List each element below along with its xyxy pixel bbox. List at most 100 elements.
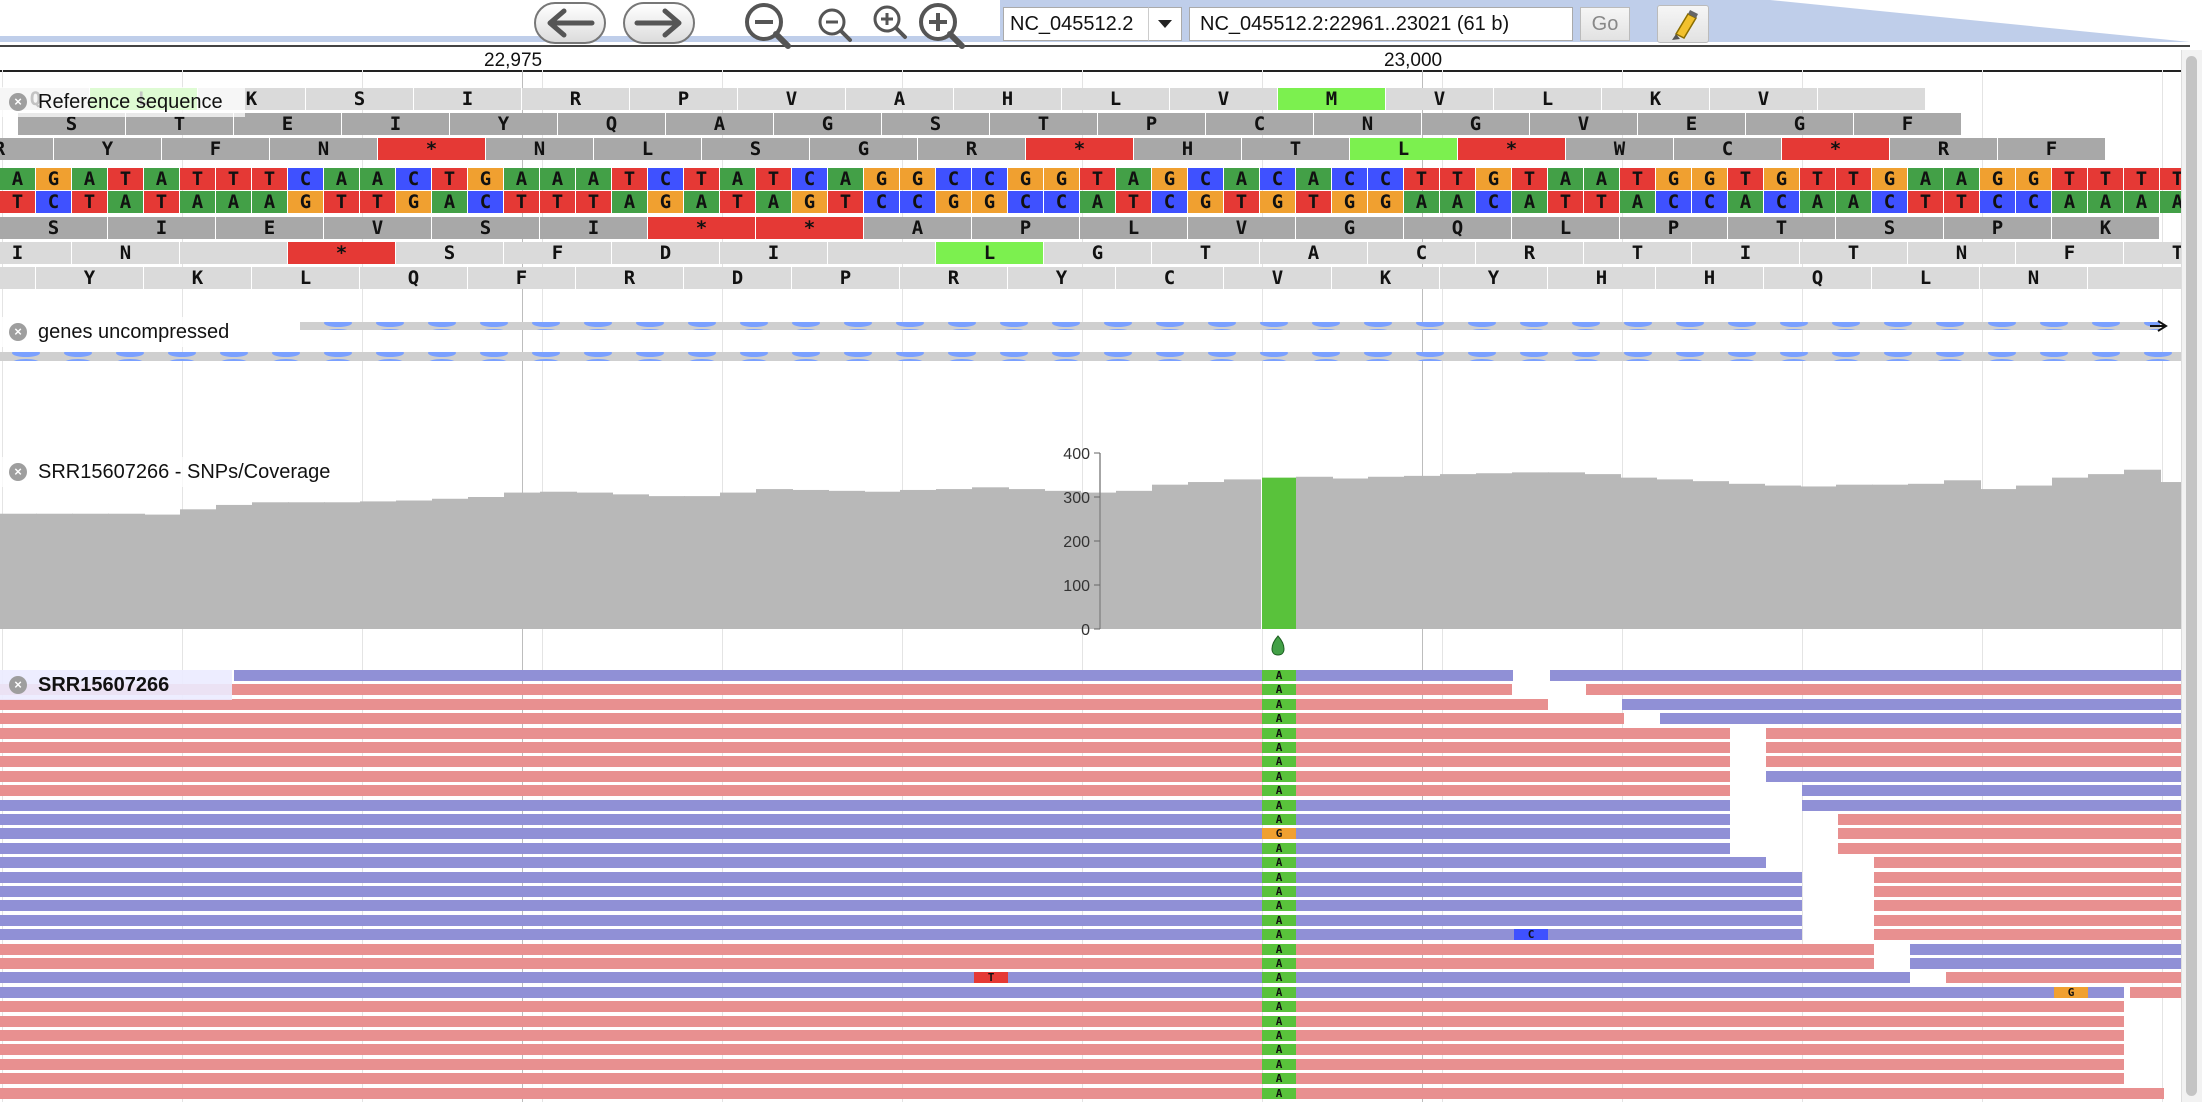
read-alignment[interactable] (0, 871, 1802, 883)
read-alignment[interactable] (1802, 785, 2182, 797)
coverage-bar[interactable] (144, 514, 181, 629)
coverage-bar[interactable] (972, 487, 1009, 629)
coverage-bar[interactable] (108, 513, 145, 629)
coverage-bar[interactable] (1908, 483, 1945, 629)
coverage-bar[interactable] (72, 513, 109, 629)
read-alignment[interactable] (0, 958, 1874, 969)
coverage-bar[interactable] (1980, 489, 2017, 629)
gene-feature[interactable] (0, 318, 2182, 364)
read-alignment[interactable] (0, 1044, 2124, 1056)
read-alignment[interactable] (1838, 814, 2182, 825)
coverage-bar[interactable] (288, 502, 325, 629)
read-alignment[interactable] (1660, 713, 2182, 725)
coverage-bar[interactable] (1332, 478, 1369, 629)
coverage-bar[interactable] (1440, 474, 1477, 629)
coverage-bar[interactable] (360, 501, 397, 629)
read-alignment[interactable] (234, 670, 1513, 681)
read-alignment[interactable] (0, 1015, 2124, 1027)
coverage-bar[interactable] (1152, 484, 1189, 629)
coverage-bar[interactable] (1872, 484, 1909, 629)
read-alignment[interactable] (0, 698, 1548, 710)
coverage-bar[interactable] (180, 509, 217, 629)
coverage-bar[interactable] (1728, 483, 1765, 629)
coverage-bar[interactable] (1944, 480, 1981, 629)
snp-coverage-bar[interactable] (1262, 477, 1296, 629)
read-alignment[interactable] (0, 713, 1624, 725)
read-alignment[interactable] (0, 1073, 2124, 1085)
read-alignment[interactable] (1766, 770, 2182, 782)
coverage-bar[interactable] (0, 513, 37, 629)
read-alignment[interactable] (1874, 886, 2182, 897)
coverage-bar[interactable] (720, 492, 757, 629)
read-alignment[interactable] (1622, 698, 2182, 710)
coverage-bar[interactable] (324, 502, 361, 629)
coverage-bar[interactable] (1296, 476, 1333, 629)
read-alignment[interactable] (1766, 756, 2182, 768)
coverage-bar[interactable] (2160, 482, 2182, 629)
scrollbar-thumb[interactable] (2186, 56, 2197, 1096)
coverage-bar[interactable] (1476, 473, 1513, 629)
close-icon[interactable]: × (9, 93, 27, 111)
read-alignment[interactable] (1838, 828, 2182, 840)
coverage-bar[interactable] (1692, 481, 1729, 629)
coverage-bar[interactable] (252, 502, 289, 629)
coverage-bar[interactable] (576, 492, 613, 629)
vertical-scrollbar[interactable] (2181, 50, 2202, 1102)
read-alignment[interactable] (0, 914, 1802, 926)
coverage-bar[interactable] (756, 489, 793, 629)
coverage-bar[interactable] (468, 497, 505, 629)
read-alignment[interactable] (1910, 958, 2182, 969)
read-alignment[interactable] (0, 1030, 2124, 1041)
read-alignment[interactable] (1874, 914, 2182, 926)
read-alignment[interactable] (0, 900, 1802, 912)
coverage-bar[interactable] (432, 498, 469, 629)
snp-marker-icon[interactable] (1271, 635, 1285, 656)
coverage-bar[interactable] (216, 504, 253, 629)
read-alignment[interactable] (1874, 900, 2182, 912)
read-alignment[interactable] (0, 799, 1730, 811)
coverage-bar[interactable] (2124, 469, 2161, 629)
coverage-bar[interactable] (1548, 472, 1585, 629)
read-alignment[interactable] (0, 986, 2124, 998)
coverage-bar[interactable] (936, 489, 973, 629)
read-alignment[interactable] (1766, 727, 2182, 739)
read-alignment[interactable] (0, 857, 1766, 869)
read-alignment[interactable] (1838, 842, 2182, 854)
coverage-bar[interactable] (900, 489, 937, 629)
coverage-bar[interactable] (1224, 479, 1261, 629)
coverage-bar[interactable] (540, 491, 577, 629)
coverage-bar[interactable] (1584, 474, 1621, 629)
read-alignment[interactable] (0, 943, 1874, 955)
close-icon[interactable]: × (9, 463, 27, 481)
read-alignment[interactable] (1946, 972, 2182, 984)
read-alignment[interactable] (1586, 684, 2182, 696)
read-alignment[interactable] (0, 1001, 2124, 1013)
location-input[interactable] (1189, 7, 1573, 41)
read-alignment[interactable] (0, 1087, 2164, 1099)
coverage-bar[interactable] (684, 496, 721, 629)
coverage-bar[interactable] (612, 494, 649, 629)
read-alignment[interactable] (0, 972, 1910, 984)
read-alignment[interactable] (2130, 986, 2182, 998)
read-alignment[interactable] (1910, 943, 2182, 955)
read-alignment[interactable] (0, 742, 1730, 753)
close-icon[interactable]: × (9, 323, 27, 341)
read-alignment[interactable] (1802, 799, 2182, 811)
read-alignment[interactable] (0, 814, 1730, 825)
zoom-out-large-button[interactable] (742, 0, 798, 55)
zoom-in-small-button[interactable] (871, 3, 913, 50)
read-alignment[interactable] (1874, 857, 2182, 869)
read-alignment[interactable] (1874, 929, 2182, 941)
coverage-bar[interactable] (1512, 472, 1549, 629)
coverage-bar[interactable] (1404, 475, 1441, 629)
read-alignment[interactable] (0, 727, 1730, 739)
read-alignment[interactable] (0, 770, 1730, 782)
coverage-bar[interactable] (1800, 486, 1837, 629)
read-alignment[interactable] (1874, 871, 2182, 883)
coverage-bar[interactable] (1620, 477, 1657, 629)
coverage-bar[interactable] (1044, 490, 1081, 629)
zoom-out-small-button[interactable] (816, 6, 856, 51)
read-alignment[interactable] (0, 1058, 2124, 1070)
pan-left-button[interactable] (534, 2, 606, 44)
read-alignment[interactable] (0, 756, 1730, 768)
